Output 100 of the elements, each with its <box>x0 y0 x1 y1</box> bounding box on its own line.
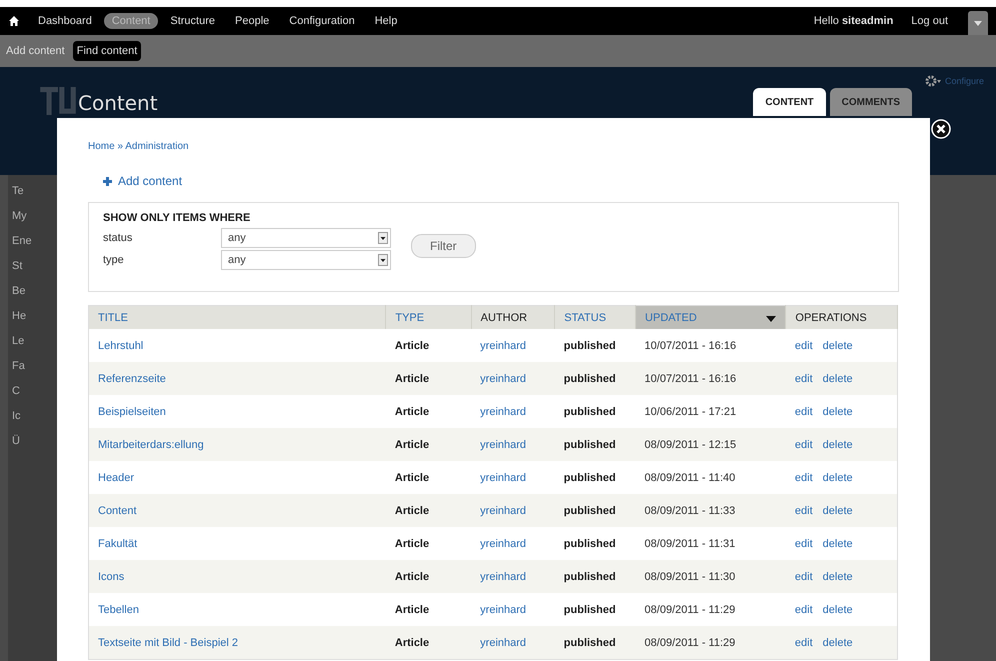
edit-link[interactable]: edit <box>794 472 813 484</box>
column-header[interactable]: TYPE <box>386 306 472 329</box>
type-cell: Article <box>394 372 430 384</box>
shortcut-link[interactable]: Add content <box>2 41 69 61</box>
title-link[interactable]: Icons <box>98 570 124 582</box>
updated-cell: 08/09/2011 - 11:40 <box>644 472 736 484</box>
filter-select[interactable]: any <box>221 228 391 248</box>
title-link[interactable]: Fakultät <box>98 538 138 550</box>
updated-cell: 08/09/2011 - 11:29 <box>644 636 736 648</box>
type-cell: Article <box>394 636 430 648</box>
author-link[interactable]: yreinhard <box>480 636 526 648</box>
title-link[interactable]: Content <box>98 504 137 516</box>
type-cell: Article <box>394 538 430 550</box>
toolbar-menu-item[interactable]: People <box>227 13 278 29</box>
type-cell: Article <box>394 472 430 484</box>
column-header: OPERATIONS <box>786 306 898 329</box>
delete-link[interactable]: delete <box>822 340 853 352</box>
toolbar-menu-item[interactable]: Structure <box>162 13 223 29</box>
close-icon[interactable] <box>931 119 951 139</box>
tab[interactable]: COMMENTS <box>830 88 912 116</box>
edit-link[interactable]: edit <box>794 340 813 352</box>
status-cell: published <box>564 406 616 418</box>
type-cell: Article <box>394 340 430 352</box>
gear-icon[interactable] <box>924 75 941 87</box>
column-header[interactable]: TITLE <box>88 306 386 329</box>
add-content-link[interactable]: Add content <box>118 174 182 188</box>
type-cell: Article <box>394 504 430 516</box>
delete-link[interactable]: delete <box>822 504 853 516</box>
updated-cell: 10/07/2011 - 16:16 <box>644 340 736 352</box>
delete-link[interactable]: delete <box>822 570 853 582</box>
author-link[interactable]: yreinhard <box>480 340 526 352</box>
home-icon[interactable] <box>8 15 20 27</box>
title-link[interactable]: Textseite mit Bild - Beispiel 2 <box>98 636 238 648</box>
delete-link[interactable]: delete <box>822 472 853 484</box>
edit-link[interactable]: edit <box>794 372 813 384</box>
edit-link[interactable]: edit <box>794 570 813 582</box>
page-title: Content <box>78 91 158 115</box>
sort-descending-icon <box>766 316 776 322</box>
delete-link[interactable]: delete <box>822 438 853 450</box>
status-cell: published <box>564 340 616 352</box>
author-link[interactable]: yreinhard <box>480 538 526 550</box>
toolbar-menu-item[interactable]: Dashboard <box>30 13 100 29</box>
edit-link[interactable]: edit <box>794 438 813 450</box>
sidebar-item: Le <box>11 335 26 347</box>
edit-link[interactable]: edit <box>794 604 813 616</box>
filter-select[interactable]: any <box>221 250 391 270</box>
sidebar-item: Fa <box>11 360 26 372</box>
status-cell: published <box>564 636 616 648</box>
greeting-text: Hello siteadmin <box>814 15 894 27</box>
edit-link[interactable]: edit <box>794 538 813 550</box>
title-link[interactable]: Mitarbeiterdars:ellung <box>98 438 204 450</box>
column-header: AUTHOR <box>471 306 555 329</box>
updated-cell: 10/07/2011 - 16:16 <box>644 372 736 384</box>
type-cell: Article <box>394 570 430 582</box>
sidebar-item: St <box>11 260 24 272</box>
toolbar-menu-item[interactable]: Configuration <box>281 13 363 29</box>
title-link[interactable]: Tebellen <box>98 604 139 616</box>
type-cell: Article <box>394 604 430 616</box>
shortcut-link[interactable]: Find content <box>72 41 142 61</box>
status-cell: published <box>564 504 616 516</box>
sidebar-item: Te <box>11 185 25 197</box>
column-header[interactable]: UPDATED <box>636 306 786 329</box>
status-cell: published <box>564 538 616 550</box>
logout-link[interactable]: Log out <box>911 15 948 27</box>
title-link[interactable]: Header <box>98 472 134 484</box>
sidebar-item: Be <box>11 285 26 297</box>
updated-cell: 08/09/2011 - 11:31 <box>644 538 736 550</box>
toolbar-menu-item[interactable]: Help <box>366 13 406 29</box>
delete-link[interactable]: delete <box>822 406 853 418</box>
breadcrumb[interactable]: Home » Administration <box>88 141 189 152</box>
plus-icon <box>103 176 112 186</box>
status-cell: published <box>564 604 616 616</box>
delete-link[interactable]: delete <box>822 538 853 550</box>
sidebar-item: Ic <box>11 410 22 422</box>
filter-button[interactable]: Filter <box>411 234 476 258</box>
author-link[interactable]: yreinhard <box>480 472 526 484</box>
updated-cell: 08/09/2011 - 11:29 <box>644 604 736 616</box>
sidebar-item: Ene <box>11 235 33 247</box>
status-cell: published <box>564 372 616 384</box>
sidebar-item: He <box>11 310 28 322</box>
delete-link[interactable]: delete <box>822 372 853 384</box>
column-header[interactable]: STATUS <box>554 306 636 329</box>
delete-link[interactable]: delete <box>822 604 853 616</box>
delete-link[interactable]: delete <box>822 636 853 648</box>
tab[interactable]: CONTENT <box>753 88 826 116</box>
edit-link[interactable]: edit <box>794 504 813 516</box>
author-link[interactable]: yreinhard <box>480 406 526 418</box>
type-cell: Article <box>394 438 430 450</box>
filter-legend: SHOW ONLY ITEMS WHERE <box>103 212 884 224</box>
filter-label: status <box>103 232 134 244</box>
shortcuts-toggle-button[interactable] <box>968 11 988 35</box>
author-link[interactable]: yreinhard <box>480 604 526 616</box>
edit-link[interactable]: edit <box>794 406 813 418</box>
filter-label: type <box>103 254 125 266</box>
title-link[interactable]: Beispielseiten <box>98 406 166 418</box>
title-link[interactable]: Referenzseite <box>98 372 166 384</box>
edit-link[interactable]: edit <box>794 636 813 648</box>
title-link[interactable]: Lehrstuhl <box>98 340 144 352</box>
caret-icon <box>378 232 388 244</box>
caret-icon <box>378 254 388 266</box>
